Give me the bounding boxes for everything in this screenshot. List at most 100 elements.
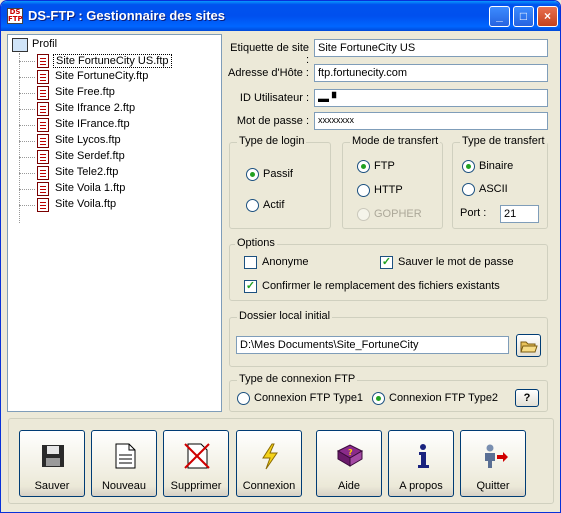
transfer-mode-group: Mode de transfert FTP HTTP GOPHER	[342, 135, 443, 229]
mdp-label: Mot de passe :	[236, 115, 309, 127]
tree-item-label: Site Ifrance 2.ftp	[55, 102, 136, 114]
passif-radio[interactable]	[246, 168, 259, 181]
anonyme-checkbox[interactable]	[244, 256, 257, 269]
delete-document-icon	[184, 443, 210, 469]
a-propos-label: A propos	[399, 480, 443, 492]
options-group: Options Anonyme ✓ Sauver le mot de passe…	[229, 237, 548, 301]
connexion-button[interactable]: Connexion	[236, 430, 302, 497]
tree-item-label: Site FortuneCity.ftp	[55, 70, 149, 82]
local-folder-field[interactable]: D:\Mes Documents\Site_FortuneCity	[236, 336, 509, 354]
site-manager-window: DS FTP DS-FTP : Gestionnaire des sites _ …	[0, 0, 561, 513]
info-icon	[418, 444, 429, 468]
passif-label: Passif	[263, 168, 293, 180]
etiquette-field[interactable]: Site FortuneCity US	[314, 39, 548, 57]
hote-field[interactable]: ftp.fortunecity.com	[314, 64, 548, 82]
etiquette-label: Etiquette de site :	[230, 42, 309, 66]
confirmer-checkbox[interactable]: ✓	[244, 280, 257, 293]
window-title: DS-FTP : Gestionnaire des sites	[28, 8, 225, 23]
a-propos-button[interactable]: A propos	[388, 430, 454, 497]
options-title: Options	[235, 237, 277, 249]
sauver-mdp-checkbox[interactable]: ✓	[380, 256, 393, 269]
tree-item-label: Site Lycos.ftp	[55, 134, 121, 146]
actif-label: Actif	[263, 199, 285, 211]
ftp-file-icon	[37, 70, 49, 84]
app-icon: DS FTP	[7, 8, 23, 24]
exit-icon	[485, 444, 508, 468]
tree-item-label: Site Serdef.ftp	[55, 150, 125, 162]
id-label: ID Utilisateur :	[239, 92, 309, 104]
connection-type-title: Type de connexion FTP	[237, 373, 358, 385]
aide-button[interactable]: ? Aide	[316, 430, 382, 497]
ftp-file-icon	[37, 54, 49, 68]
floppy-disk-icon	[42, 445, 64, 467]
ascii-label: ASCII	[479, 183, 508, 195]
ftp-file-icon	[37, 150, 49, 164]
mdp-field[interactable]: xxxxxxxx	[314, 112, 548, 130]
http-radio[interactable]	[357, 184, 370, 197]
anonyme-label: Anonyme	[262, 256, 309, 268]
tree-item-label: Site Voila 1.ftp	[55, 182, 126, 194]
close-button[interactable]: ×	[537, 6, 558, 27]
ftp-file-icon	[37, 166, 49, 180]
port-label: Port :	[460, 207, 487, 219]
supprimer-label: Supprimer	[170, 480, 222, 492]
lightning-icon	[262, 443, 278, 470]
ftp-file-icon	[37, 86, 49, 100]
hote-label: Adresse d'Hôte :	[228, 67, 309, 79]
tree-item-label: Site Tele2.ftp	[55, 166, 119, 178]
svg-text:?: ?	[348, 448, 353, 457]
login-type-group: Type de login Passif Actif	[229, 135, 331, 229]
maximize-button[interactable]: □	[513, 6, 534, 27]
nouveau-button[interactable]: Nouveau	[91, 430, 157, 497]
tree-item-label: Site Voila.ftp	[55, 198, 117, 210]
ftp-label: FTP	[374, 160, 395, 172]
ftp-file-icon	[37, 134, 49, 148]
binaire-radio[interactable]	[462, 160, 475, 173]
gopher-radio	[357, 208, 370, 221]
browse-folder-button[interactable]	[516, 334, 541, 357]
transfer-type-group: Type de transfert Binaire ASCII Port : 2…	[452, 135, 548, 229]
ftp-radio[interactable]	[357, 160, 370, 173]
http-label: HTTP	[374, 184, 403, 196]
id-field[interactable]: ▬ ▘	[314, 89, 548, 107]
login-type-title: Type de login	[237, 135, 307, 147]
tree-item-label: Site IFrance.ftp	[55, 118, 130, 130]
port-field[interactable]: 21	[500, 205, 539, 223]
new-document-icon	[115, 443, 136, 469]
sauver-mdp-label: Sauver le mot de passe	[398, 256, 514, 268]
help-book-icon: ?	[336, 444, 364, 467]
connexion-type1-label: Connexion FTP Type1	[254, 392, 364, 404]
connexion-label: Connexion	[242, 480, 296, 492]
tree-root-label: Profil	[32, 38, 58, 50]
supprimer-button[interactable]: Supprimer	[163, 430, 229, 497]
quitter-button[interactable]: Quitter	[460, 430, 526, 497]
local-folder-group: Dossier local initial D:\Mes Documents\S…	[229, 310, 548, 367]
ftp-file-icon	[37, 198, 49, 212]
actif-radio[interactable]	[246, 199, 259, 212]
local-folder-title: Dossier local initial	[237, 310, 333, 322]
open-folder-icon	[519, 341, 538, 353]
title-bar[interactable]: DS FTP DS-FTP : Gestionnaire des sites _ …	[1, 1, 560, 31]
tree-item-label: Site Free.ftp	[55, 86, 115, 98]
tree-item-label: Site FortuneCity US.ftp	[53, 54, 172, 68]
transfer-mode-title: Mode de transfert	[350, 135, 441, 147]
confirmer-label: Confirmer le remplacement des fichiers e…	[262, 280, 500, 292]
connexion-type1-radio[interactable]	[237, 392, 250, 405]
nouveau-label: Nouveau	[101, 480, 147, 492]
aide-label: Aide	[337, 480, 361, 492]
sauver-label: Sauver	[34, 480, 70, 492]
ascii-radio[interactable]	[462, 183, 475, 196]
minimize-button[interactable]: _	[489, 6, 510, 27]
help-question-button[interactable]: ?	[515, 389, 539, 407]
ftp-file-icon	[37, 118, 49, 132]
sauver-button[interactable]: Sauver	[19, 430, 85, 497]
site-tree[interactable]: Profil Site FortuneCity US.ftp Site Fortu…	[7, 34, 222, 412]
ftp-file-icon	[37, 182, 49, 196]
connexion-type2-label: Connexion FTP Type2	[389, 392, 499, 404]
profile-folder-icon	[12, 38, 28, 52]
binaire-label: Binaire	[479, 160, 514, 172]
gopher-label: GOPHER	[374, 208, 422, 220]
quitter-label: Quitter	[476, 480, 510, 492]
connexion-type2-radio[interactable]	[372, 392, 385, 405]
connection-type-group: Type de connexion FTP Connexion FTP Type…	[229, 373, 548, 412]
